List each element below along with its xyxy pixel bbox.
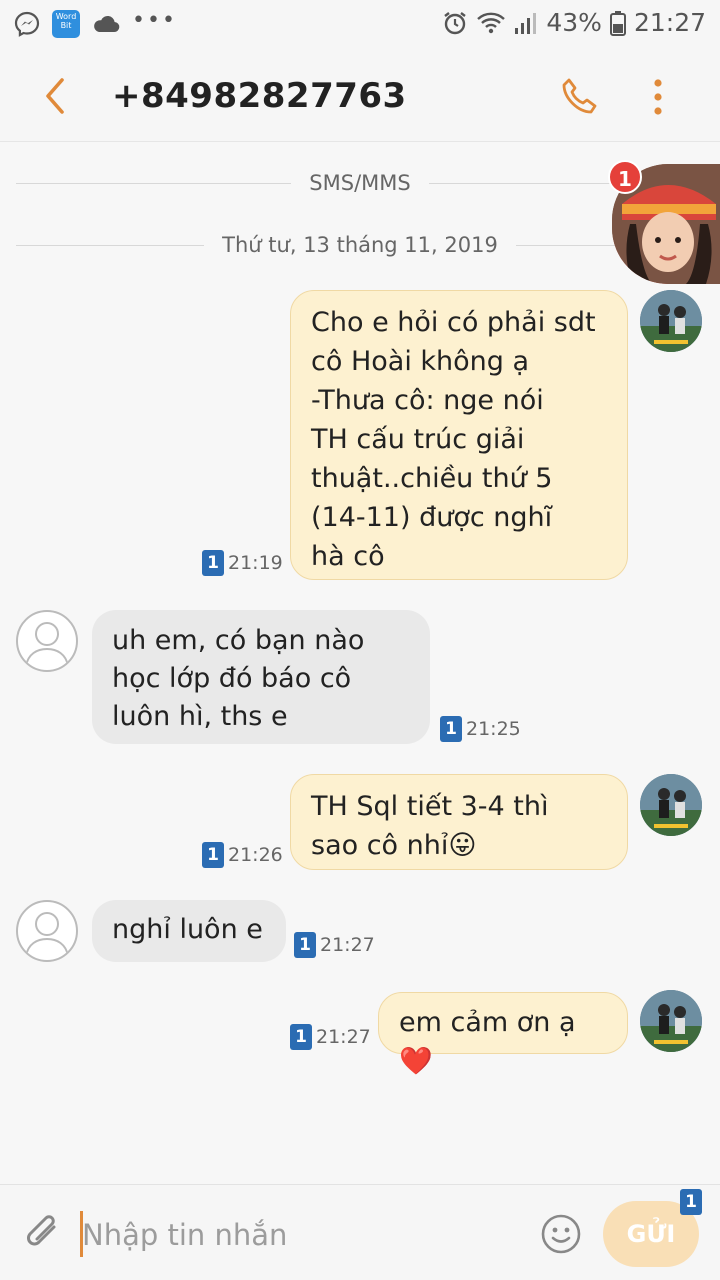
my-avatar-photo [640, 290, 702, 352]
message-input[interactable] [80, 1215, 520, 1255]
more-options-icon[interactable] [650, 78, 666, 116]
date-label: Thứ tư, 13 tháng 11, 2019 [222, 233, 498, 257]
more-notifications-icon: ••• [132, 7, 177, 33]
message-meta: 1 21:27 [290, 1024, 371, 1050]
message-text: nghỉ luôn e [112, 914, 263, 945]
date-divider: Thứ tư, 13 tháng 11, 2019 [16, 230, 704, 260]
message-bubble-outgoing[interactable]: em cảm ơn ạ❤️ [378, 992, 628, 1077]
message-bubble-outgoing[interactable]: TH Sql tiết 3-4 thì sao cô nhỉ😛 [290, 774, 628, 870]
channel-label: SMS/MMS [309, 171, 411, 195]
sim-badge: 1 [202, 842, 224, 868]
message-meta: 1 21:19 [202, 550, 283, 576]
message-meta: 1 21:26 [202, 842, 283, 868]
message-bubble-incoming[interactable]: uh em, có bạn nào học lớp đó báo cô luôn… [92, 610, 430, 744]
message-bubble-incoming[interactable]: nghỉ luôn e [92, 900, 286, 962]
my-avatar[interactable] [640, 290, 702, 352]
status-left: Word Bit ••• [14, 7, 177, 38]
message-time: 21:25 [466, 718, 521, 740]
my-avatar-photo [640, 990, 702, 1052]
contact-title: +84982827763 [112, 76, 407, 116]
message-text: em cảm ơn ạ❤️ [399, 1007, 576, 1077]
message-bubble-outgoing[interactable]: Cho e hỏi có phải sdt cô Hoài không ạ -T… [290, 290, 628, 580]
unread-count-badge: 1 [608, 160, 642, 194]
person-icon [25, 622, 69, 667]
phone-icon[interactable] [560, 76, 600, 116]
signal-icon [515, 12, 537, 34]
person-icon [25, 912, 69, 957]
my-avatar[interactable] [640, 774, 702, 836]
message-time: 21:27 [316, 1026, 371, 1048]
status-right: 43% 21:27 [442, 8, 706, 37]
message-text: TH Sql tiết 3-4 thì sao cô nhỉ😛 [311, 791, 549, 861]
back-arrow-icon[interactable] [38, 76, 74, 116]
sim-badge: 1 [440, 716, 462, 742]
messenger-icon [14, 11, 40, 37]
wordbit-icon: Word Bit [52, 10, 80, 38]
alarm-icon [444, 11, 467, 34]
wifi-icon [477, 12, 506, 33]
my-avatar[interactable] [640, 990, 702, 1052]
sim-badge: 1 [202, 550, 224, 576]
message-text: Cho e hỏi có phải sdt cô Hoài không ạ -T… [311, 307, 596, 572]
contact-avatar[interactable] [16, 610, 78, 672]
battery-percent: 43% [546, 8, 602, 37]
sim-badge: 1 [290, 1024, 312, 1050]
compose-bar: GỬI 1 [0, 1184, 720, 1280]
chat-head-bubble[interactable]: 1 [608, 160, 720, 286]
emoji-icon[interactable] [540, 1213, 582, 1255]
channel-divider: SMS/MMS [16, 168, 705, 198]
send-sim-badge: 1 [680, 1189, 702, 1215]
cloud-icon [94, 15, 120, 33]
my-avatar-photo [640, 774, 702, 836]
message-text: uh em, có bạn nào học lớp đó báo cô luôn… [112, 625, 365, 732]
battery-icon [609, 10, 626, 36]
message-meta: 1 21:25 [440, 716, 521, 742]
message-meta: 1 21:27 [294, 932, 375, 958]
message-time: 21:27 [320, 934, 375, 956]
sim-badge: 1 [294, 932, 316, 958]
clock: 21:27 [633, 8, 706, 37]
conversation-header: +84982827763 [0, 52, 720, 142]
status-bar: Word Bit ••• 43% 21:27 [0, 0, 720, 52]
message-time: 21:19 [228, 552, 283, 574]
message-time: 21:26 [228, 844, 283, 866]
paperclip-icon[interactable] [24, 1211, 64, 1255]
contact-avatar[interactable] [16, 900, 78, 962]
